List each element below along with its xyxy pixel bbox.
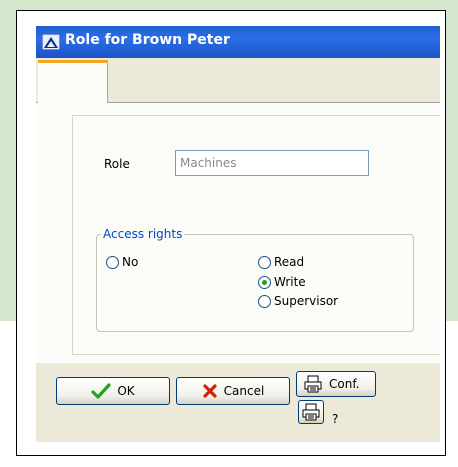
radio-no[interactable]: No bbox=[106, 255, 138, 269]
printer-icon bbox=[304, 375, 322, 393]
access-rights-legend: Access rights bbox=[101, 227, 185, 241]
cancel-button[interactable]: Cancel bbox=[176, 377, 290, 405]
conf-button[interactable]: Conf. bbox=[296, 371, 376, 397]
radio-label-supervisor: Supervisor bbox=[274, 294, 339, 308]
button-bar-divider bbox=[36, 362, 440, 363]
tab-general[interactable] bbox=[38, 60, 108, 104]
role-window-icon bbox=[42, 34, 60, 50]
ok-button[interactable]: OK bbox=[56, 377, 170, 405]
title-bar[interactable]: Role for Brown Peter bbox=[36, 26, 440, 58]
radio-supervisor[interactable]: Supervisor bbox=[258, 294, 338, 308]
radio-read[interactable]: Read bbox=[258, 255, 304, 269]
role-label: Role bbox=[104, 157, 130, 171]
radio-circle-write[interactable] bbox=[258, 275, 271, 289]
help-question-mark[interactable]: ? bbox=[332, 412, 338, 426]
access-rights-group bbox=[96, 234, 414, 332]
window-title: Role for Brown Peter bbox=[65, 32, 230, 48]
radio-circle-read[interactable] bbox=[258, 255, 271, 269]
print-button[interactable] bbox=[298, 400, 324, 424]
check-icon bbox=[91, 383, 111, 399]
radio-label-no: No bbox=[122, 255, 139, 269]
role-dialog: Role for Brown Peter Role Machines Acces… bbox=[36, 26, 440, 442]
radio-label-write: Write bbox=[274, 275, 306, 289]
radio-circle-no[interactable] bbox=[106, 255, 119, 269]
radio-write[interactable]: Write bbox=[258, 275, 306, 289]
x-icon bbox=[203, 384, 217, 398]
conf-label: Conf. bbox=[329, 377, 360, 391]
cancel-label: Cancel bbox=[223, 384, 265, 398]
role-field[interactable]: Machines bbox=[175, 150, 369, 176]
ok-label: OK bbox=[117, 384, 135, 398]
tab-active-indicator bbox=[38, 60, 108, 63]
radio-circle-supervisor[interactable] bbox=[258, 294, 271, 308]
radio-label-read: Read bbox=[274, 255, 305, 269]
printer-icon bbox=[302, 403, 320, 421]
